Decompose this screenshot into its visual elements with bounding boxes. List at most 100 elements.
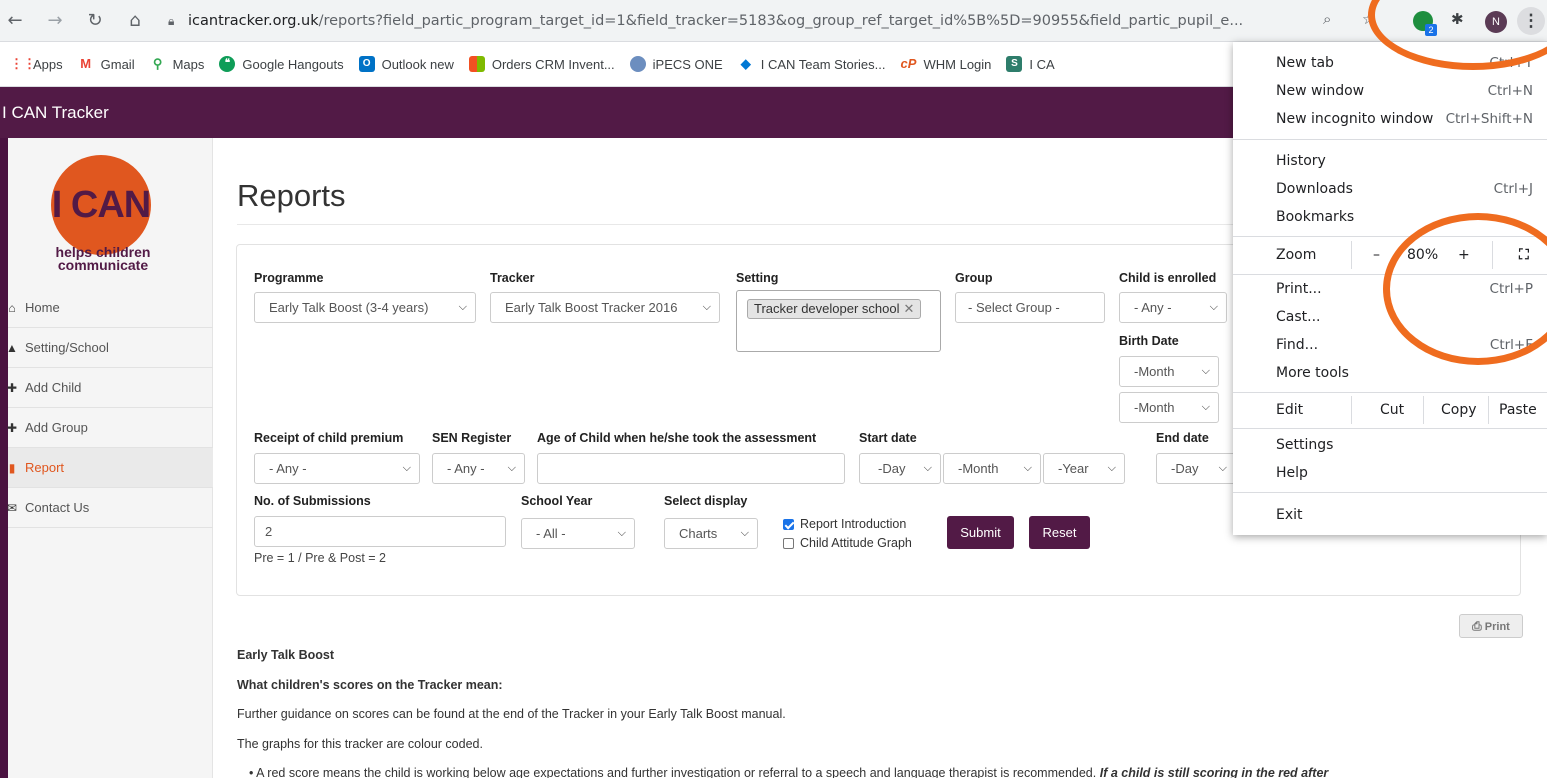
child-premium-select[interactable]: - Any - ⌵ <box>254 453 420 484</box>
sen-register-select[interactable]: - Any - ⌵ <box>432 453 525 484</box>
bookmark-apps[interactable]: ⋮⋮ Apps <box>10 56 63 72</box>
start-month-select[interactable]: -Month ⌵ <box>943 453 1041 484</box>
start-year-select[interactable]: -Year ⌵ <box>1043 453 1125 484</box>
bookmark-ican[interactable]: SI CA <box>1006 56 1055 72</box>
bookmark-whm[interactable]: cP WHM Login <box>900 56 992 72</box>
ican-logo[interactable]: I CAN <box>51 155 151 255</box>
checkbox-checked-icon[interactable] <box>783 518 794 530</box>
bookmark-outlook[interactable]: O Outlook new <box>358 56 454 72</box>
bar-chart-icon: ▮ <box>8 460 16 475</box>
submissions-help: Pre = 1 / Pre & Post = 2 <box>254 551 387 565</box>
home-icon[interactable]: ⌂ <box>122 10 148 31</box>
sidebar-item-add-child[interactable]: ✚ Add Child <box>7 368 213 408</box>
setting-multiselect[interactable]: Tracker developer school ✕ <box>736 290 941 352</box>
end-date-label: End date <box>1156 431 1209 445</box>
start-day-select[interactable]: -Day ⌵ <box>859 453 941 484</box>
chevron-down-icon: ⌵ <box>1209 301 1218 313</box>
chevron-down-icon: ⌵ <box>1218 462 1227 474</box>
sidebar-item-home[interactable]: ⌂ Home <box>8 288 213 328</box>
gmail-icon: M <box>80 56 92 71</box>
menu-separator <box>1233 428 1547 429</box>
bell-icon: ▲ <box>6 340 18 355</box>
menu-new-window[interactable]: New window Ctrl+N <box>1233 77 1547 105</box>
birth-date-label: Birth Date <box>1119 334 1179 348</box>
chevron-down-icon: ⌵ <box>1201 401 1210 413</box>
menu-separator <box>1233 392 1547 393</box>
menu-more-tools[interactable]: More tools <box>1233 359 1547 387</box>
school-year-select[interactable]: - All - ⌵ <box>521 518 635 549</box>
paste-button[interactable]: Paste <box>1499 396 1537 424</box>
group-select[interactable]: - Select Group - <box>955 292 1105 323</box>
checkbox-unchecked-icon[interactable] <box>783 537 794 549</box>
back-icon[interactable]: ← <box>2 10 28 31</box>
reset-button[interactable]: Reset <box>1029 516 1090 549</box>
cut-button[interactable]: Cut <box>1380 396 1404 424</box>
tracker-label: Tracker <box>490 271 535 285</box>
lock-icon[interactable]: 🔒︎ <box>168 14 188 29</box>
zoom-out-button[interactable]: – <box>1373 241 1380 269</box>
bookmark-team-stories[interactable]: ◆ I CAN Team Stories... <box>738 56 886 72</box>
hangouts-icon: ❝ <box>219 56 236 72</box>
submit-button[interactable]: Submit <box>947 516 1014 549</box>
chevron-down-icon: ⌵ <box>923 462 932 474</box>
guidance-paragraph: Further guidance on scores can be found … <box>237 707 786 721</box>
bookmark-maps[interactable]: ⚲ Maps <box>150 56 205 72</box>
url-host: icantracker.org.uk <box>188 13 319 29</box>
menu-downloads[interactable]: Downloads Ctrl+J <box>1233 175 1547 203</box>
menu-settings[interactable]: Settings <box>1233 431 1547 459</box>
bookmark-orders-crm[interactable]: Orders CRM Invent... <box>468 56 615 72</box>
sidebar-item-add-group[interactable]: ✚ Add Group <box>7 408 213 448</box>
sidebar-item-contact-us[interactable]: ✉ Contact Us <box>7 488 213 528</box>
start-date-label: Start date <box>859 431 917 445</box>
address-bar[interactable]: 🔒︎ icantracker.org.uk/reports?field_part… <box>168 7 1378 35</box>
menu-exit[interactable]: Exit <box>1233 501 1547 529</box>
child-attitude-graph-checkbox[interactable]: Child Attitude Graph <box>783 536 912 550</box>
bookmark-hangouts[interactable]: ❝ Google Hangouts <box>219 56 344 72</box>
forward-icon[interactable]: → <box>42 10 68 31</box>
menu-help[interactable]: Help <box>1233 459 1547 487</box>
red-score-bullet: • A red score means the child is working… <box>249 766 1329 778</box>
menu-new-incognito[interactable]: New incognito window Ctrl+Shift+N <box>1233 105 1547 133</box>
submissions-input[interactable]: 2 <box>254 516 506 547</box>
setting-tag[interactable]: Tracker developer school ✕ <box>747 299 922 319</box>
birth-month-select-2[interactable]: -Month ⌵ <box>1119 392 1219 423</box>
group-label: Group <box>955 271 993 285</box>
end-day-select[interactable]: -Day ⌵ <box>1156 453 1236 484</box>
site-title[interactable]: I CAN Tracker <box>2 103 109 122</box>
age-input[interactable] <box>537 453 845 484</box>
bookmark-gmail[interactable]: M Gmail <box>78 56 134 72</box>
child-premium-label: Receipt of child premium <box>254 431 404 445</box>
enrolled-label: Child is enrolled <box>1119 271 1217 285</box>
tracker-select[interactable]: Early Talk Boost Tracker 2016 ⌵ <box>490 292 720 323</box>
colour-coded-paragraph: The graphs for this tracker are colour c… <box>237 737 483 751</box>
enrolled-select[interactable]: - Any - ⌵ <box>1119 292 1227 323</box>
report-heading: Early Talk Boost <box>237 648 335 662</box>
url-path: /reports?field_partic_program_target_id=… <box>318 13 1244 29</box>
zoom-label: Zoom <box>1276 247 1317 263</box>
printer-icon: ⎙ <box>1472 619 1482 633</box>
remove-tag-icon[interactable]: ✕ <box>903 301 914 316</box>
cpanel-icon: cP <box>900 56 917 71</box>
programme-select[interactable]: Early Talk Boost (3-4 years) ⌵ <box>254 292 476 323</box>
menu-history[interactable]: History <box>1233 147 1547 175</box>
submissions-label: No. of Submissions <box>254 494 371 508</box>
school-year-label: School Year <box>521 494 593 508</box>
sidebar-item-report[interactable]: ▮ Report <box>8 448 213 488</box>
bookmark-ipecs[interactable]: iPECS ONE <box>629 56 723 72</box>
sidebar-item-setting-school[interactable]: ▲ Setting/School <box>6 328 213 368</box>
report-introduction-checkbox[interactable]: Report Introduction <box>783 517 906 531</box>
reload-icon[interactable]: ↻ <box>82 10 108 31</box>
chevron-down-icon: ⌵ <box>1107 462 1116 474</box>
display-select[interactable]: Charts ⌵ <box>664 518 758 549</box>
copy-button[interactable]: Copy <box>1441 396 1477 424</box>
zoom-magnifier-icon[interactable]: ⌕ <box>1323 10 1331 28</box>
azure-icon: ◆ <box>740 56 751 71</box>
birth-month-select[interactable]: -Month ⌵ <box>1119 356 1219 387</box>
chevron-down-icon: ⌵ <box>507 462 516 474</box>
menu-edit-row: Edit Cut Copy Paste <box>1233 396 1547 424</box>
apps-grid-icon: ⋮⋮ <box>10 56 36 71</box>
ipecs-icon <box>629 56 646 72</box>
print-button[interactable]: ⎙ Print <box>1459 614 1523 638</box>
menu-separator <box>1233 492 1547 493</box>
sen-register-label: SEN Register <box>432 431 512 445</box>
